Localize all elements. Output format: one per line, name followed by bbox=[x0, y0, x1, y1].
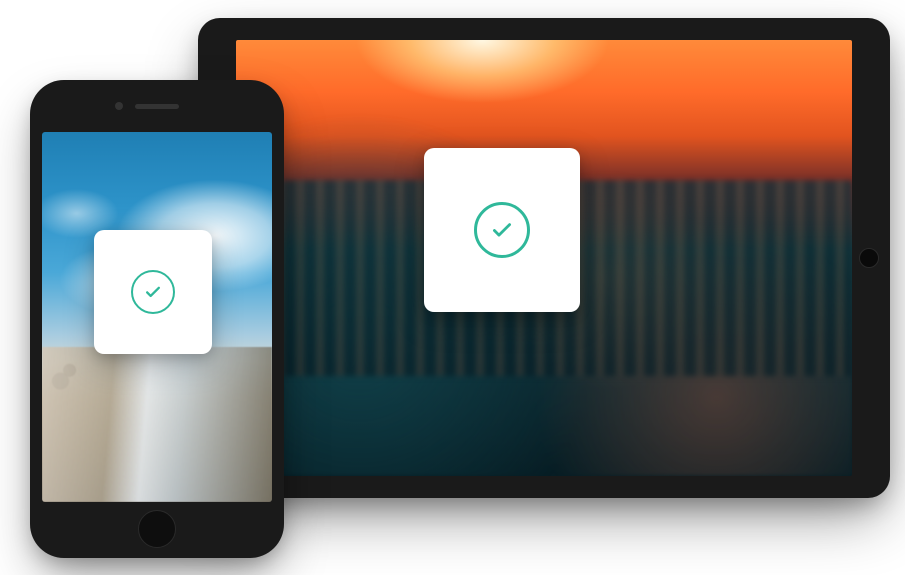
phone-speaker bbox=[135, 104, 179, 109]
checkmark-circle-icon bbox=[474, 202, 530, 258]
phone-home-button[interactable] bbox=[138, 510, 176, 548]
phone-success-card bbox=[94, 230, 212, 354]
tablet-success-card bbox=[424, 148, 580, 312]
checkmark-circle-icon bbox=[131, 270, 175, 314]
phone-camera bbox=[115, 102, 123, 110]
tablet-home-button[interactable] bbox=[859, 248, 879, 268]
